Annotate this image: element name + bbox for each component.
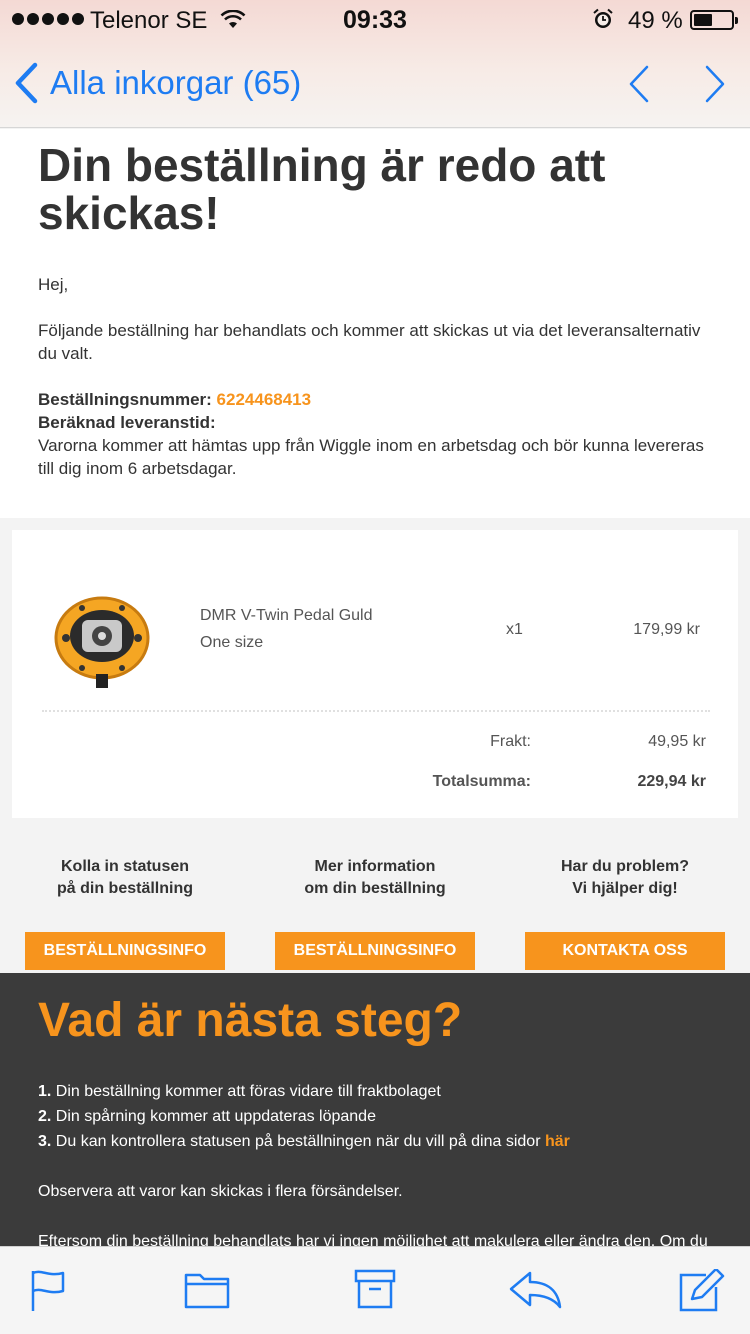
product-image[interactable] — [52, 578, 152, 688]
folder-icon[interactable] — [184, 1269, 230, 1309]
list-item: 3. Du kan kontrollera statusen på bestäl… — [38, 1133, 570, 1150]
previous-message-button[interactable] — [628, 64, 650, 104]
next-steps-section: Vad är nästa steg? 1. Din beställning ko… — [0, 973, 750, 1246]
email-body[interactable]: Din beställning är redo att skickas! Hej… — [0, 129, 750, 1246]
shipment-note: Observera att varor kan skickas i flera … — [38, 1183, 403, 1200]
delivery-text: Varorna kommer att hämtas upp från Wiggl… — [38, 436, 704, 478]
status-bar: Telenor SE 09:33 49 % — [0, 0, 750, 40]
order-info-button-2[interactable]: BESTÄLLNINGSINFO — [275, 932, 475, 970]
action-text: Mer information om din beställning — [304, 858, 446, 897]
order-number-line: Beställningsnummer: 6224468413 — [38, 388, 712, 411]
action-section: Kolla in statusen på din beställning BEST… — [0, 830, 750, 973]
order-summary-wrap: DMR V-Twin Pedal Guld One size x1 179,99… — [0, 518, 750, 830]
next-steps-title: Vad är nästa steg? — [38, 994, 463, 1047]
my-pages-link[interactable]: här — [545, 1133, 570, 1150]
action-status: Kolla in statusen på din beställning BEST… — [25, 856, 225, 970]
list-item: 1. Din beställning kommer att föras vida… — [38, 1083, 441, 1100]
intro-section: Din beställning är redo att skickas! Hej… — [0, 129, 750, 518]
contact-us-button[interactable]: KONTAKTA OSS — [525, 932, 725, 970]
email-title: Din beställning är redo att skickas! — [38, 139, 606, 239]
greeting: Hej, — [38, 275, 69, 294]
action-help: Har du problem? Vi hjälper dig! KONTAKTA … — [525, 856, 725, 970]
intro-text: Följande beställning har behandlats och … — [38, 321, 701, 363]
battery-percent: 49 % — [628, 7, 683, 34]
next-steps-list: 1. Din beställning kommer att föras vida… — [38, 1079, 712, 1154]
list-item: 2. Din spårning kommer att uppdateras lö… — [38, 1108, 376, 1125]
chevron-left-icon — [15, 62, 38, 104]
order-number-link[interactable]: 6224468413 — [217, 390, 312, 409]
product-size: One size — [200, 634, 264, 651]
top-bar: Telenor SE 09:33 49 % Alla inkorgar (65) — [0, 0, 750, 128]
shipping-label: Frakt: — [490, 733, 531, 750]
cancellation-text: Eftersom din beställning behandlats har … — [38, 1233, 708, 1246]
back-label: Alla inkorgar (65) — [50, 64, 302, 101]
shipping-value: 49,95 kr — [648, 733, 706, 750]
product-price: 179,99 kr — [633, 621, 700, 638]
back-to-inboxes-button[interactable]: Alla inkorgar (65) — [14, 62, 301, 104]
mail-toolbar — [0, 1246, 750, 1334]
total-value: 229,94 kr — [637, 773, 706, 790]
delivery-label: Beräknad leveranstid: — [38, 413, 216, 432]
next-message-button[interactable] — [704, 64, 726, 104]
product-name[interactable]: DMR V-Twin Pedal Guld — [200, 607, 373, 625]
reply-icon[interactable] — [508, 1269, 562, 1309]
total-label: Totalsumma: — [432, 773, 531, 790]
order-summary-card: DMR V-Twin Pedal Guld One size x1 179,99… — [12, 530, 738, 818]
order-number-label: Beställningsnummer: — [38, 390, 212, 409]
archive-icon[interactable] — [354, 1269, 396, 1309]
action-more-info: Mer information om din beställning BESTÄL… — [275, 856, 475, 970]
divider — [42, 710, 710, 712]
compose-icon[interactable] — [678, 1269, 726, 1313]
flag-icon[interactable] — [30, 1269, 66, 1313]
message-navigation — [628, 64, 726, 104]
action-text: Har du problem? Vi hjälper dig! — [560, 858, 689, 897]
product-quantity: x1 — [506, 621, 523, 638]
alarm-icon — [592, 8, 614, 37]
order-info-button[interactable]: BESTÄLLNINGSINFO — [25, 932, 225, 970]
action-text: Kolla in statusen på din beställning — [56, 858, 193, 897]
battery-icon — [690, 10, 738, 30]
